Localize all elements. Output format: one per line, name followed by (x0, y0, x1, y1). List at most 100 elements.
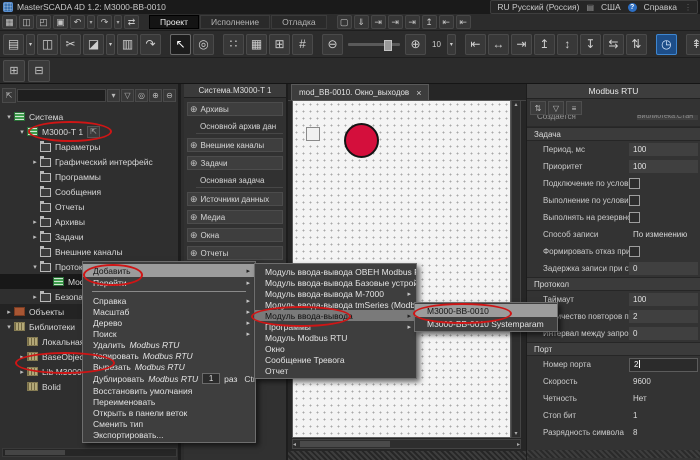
grid-lines-icon[interactable]: # (292, 34, 313, 55)
property-value[interactable]: Нет (629, 394, 647, 403)
tree-item-графический-интерфейс[interactable]: ▸Графический интерфейс (0, 154, 178, 169)
property-value-editing[interactable]: 2 (629, 358, 698, 372)
menu-item-открыть-в-панели-веток[interactable]: Открыть в панели веток (83, 407, 255, 418)
panel-resize-strip[interactable] (288, 451, 526, 460)
insert-panel-icon[interactable]: ⇤ (456, 15, 471, 29)
menu-item-сменить-тип[interactable]: Сменить тип (83, 418, 255, 429)
property-value-input[interactable]: 100 (629, 293, 698, 306)
restore-layout-icon[interactable]: ⇄ (124, 15, 139, 29)
chevron-down-icon[interactable]: ▾ (30, 263, 40, 271)
menu-item-экспортировать-[interactable]: Экспортировать... (83, 429, 255, 440)
tree-item-м3000-т-1[interactable]: ▾М3000-Т 1⇱ (0, 124, 178, 139)
magnifier-icon[interactable]: ◎ (193, 34, 214, 55)
system-item-2[interactable]: Основной архив дан (196, 120, 283, 134)
insert-branch-pressed-icon[interactable]: ⇥ (388, 15, 403, 29)
checkbox[interactable] (629, 246, 640, 257)
columns-icon[interactable]: ≡ (566, 101, 582, 115)
cut-icon[interactable]: ✂ (60, 34, 81, 55)
duplicate-icon[interactable]: ◫ (37, 34, 58, 55)
property-value[interactable]: 8 (629, 428, 637, 437)
grid-dense-icon[interactable]: ⊞ (269, 34, 290, 55)
property-value[interactable]: 9600 (629, 377, 651, 386)
plus-circle-icon[interactable]: ⊕ (190, 230, 198, 241)
document-tab[interactable]: mod_BB-0010. Окно_выходов × (291, 84, 429, 100)
insert-left-icon[interactable]: ⇤ (439, 15, 454, 29)
system-item-7[interactable]: ⊕Медиа (187, 210, 283, 224)
system-item-1[interactable]: ⊕Архивы (187, 102, 283, 116)
property-value[interactable]: По изменению (629, 230, 687, 239)
system-item-5[interactable]: Основная задача (196, 174, 283, 188)
canvas-horizontal-scrollbar[interactable]: ◂ ▸ (292, 439, 521, 449)
checkbox[interactable] (629, 212, 640, 223)
chevron-right-icon[interactable]: ▸ (4, 308, 14, 316)
open-branch-icon[interactable]: ⇱ (87, 126, 100, 138)
checkbox[interactable] (629, 195, 640, 206)
plus-circle-icon[interactable]: ⊕ (190, 212, 198, 223)
keyboard-layout-label[interactable]: США (601, 2, 621, 12)
property-value-input[interactable]: 2 (629, 310, 698, 323)
scroll-down-icon[interactable]: ▾ (514, 430, 517, 437)
property-value-input[interactable]: 0 (629, 327, 698, 340)
preview-time-icon[interactable]: ◷ (656, 34, 677, 55)
menu-item-восстановить-умолчания[interactable]: Восстановить умолчания (83, 385, 255, 396)
submenu-item-1[interactable]: Модуль ввода-вывода ОВЕН Modbus RTU▸ (255, 266, 416, 277)
zoom-slider-thumb[interactable] (384, 40, 392, 51)
menu-item-удалить[interactable]: УдалитьModbus RTU (83, 339, 255, 350)
distribute-h-icon[interactable]: ⇆ (603, 34, 624, 55)
paste-icon[interactable]: ▤ (3, 34, 24, 55)
mode-tab-2[interactable]: Исполнение (200, 15, 270, 29)
redo-dropdown-icon[interactable]: ▾ (114, 15, 122, 29)
chevron-right-icon[interactable]: ▸ (30, 293, 40, 301)
paste-dropdown-icon[interactable]: ▾ (26, 34, 35, 55)
plus-circle-icon[interactable]: ⊕ (190, 248, 198, 259)
chevron-down-icon[interactable]: ▾ (17, 128, 27, 136)
move-up-icon[interactable]: ↥ (422, 15, 437, 29)
zoom-dropdown-icon[interactable]: ▾ (447, 34, 456, 55)
undo-icon[interactable]: ↶ (70, 15, 85, 29)
system-item-4[interactable]: ⊕Задачи (187, 156, 283, 170)
device-item-2[interactable]: M3000-BB-0010 Systemparam (415, 317, 557, 330)
open-project-icon[interactable]: ◰ (36, 15, 51, 29)
scroll-left-icon[interactable]: ◂ (293, 441, 296, 448)
property-value[interactable]: 1 (629, 411, 637, 420)
tree-item-архивы[interactable]: ▸Архивы (0, 214, 178, 229)
tree-item-сообщения[interactable]: Сообщения (0, 184, 178, 199)
sort-icon[interactable]: ⇅ (530, 101, 546, 115)
system-item-8[interactable]: ⊕Окна (187, 228, 283, 242)
property-value-input[interactable]: 100 (629, 160, 698, 173)
device-item-1[interactable]: M3000-BB-0010 (415, 304, 557, 317)
submenu-item-6[interactable]: Программы▸ (255, 321, 416, 332)
submenu-item-10[interactable]: Отчет (255, 365, 416, 376)
canvas-scroll-thumb[interactable] (300, 441, 390, 447)
submenu-item-3[interactable]: Модуль ввода-вывода М-7000▸ (255, 288, 416, 299)
property-value-input[interactable]: 0 (629, 262, 698, 275)
search-zoom-in-icon[interactable]: ⊕ (149, 89, 162, 102)
canvas-square-shape[interactable] (306, 127, 320, 141)
help-icon[interactable]: ? (628, 3, 637, 12)
menu-item-вырезать[interactable]: ВырезатьModbus RTU (83, 361, 255, 372)
menu-item-копировать[interactable]: КопироватьModbus RTU (83, 350, 255, 361)
tree-scroll-thumb[interactable] (5, 450, 65, 455)
panel-resize-strip[interactable] (527, 450, 700, 458)
submenu-item-9[interactable]: Сообщение Тревога (255, 354, 416, 365)
grid-dots-icon[interactable]: ∷ (223, 34, 244, 55)
submenu-item-8[interactable]: Окно (255, 343, 416, 354)
copy-dropdown-icon[interactable]: ▾ (106, 34, 115, 55)
submenu-item-5[interactable]: Модуль ввода-вывода▸ (255, 310, 416, 321)
property-value-input[interactable]: 100 (629, 143, 698, 156)
align-right-icon[interactable]: ⇥ (511, 34, 532, 55)
insert-branch-alt-icon[interactable]: ⇥ (405, 15, 420, 29)
bring-front-icon[interactable]: ⇞ (686, 34, 700, 55)
duplicate-count-input[interactable]: 1 (202, 373, 220, 384)
align-top-icon[interactable]: ↥ (534, 34, 555, 55)
menu-item-дублировать[interactable]: ДублироватьModbus RTU1разCtrl+D (83, 372, 255, 385)
help-label[interactable]: Справка (644, 2, 677, 12)
chevron-right-icon[interactable]: ▸ (30, 158, 40, 166)
toolbar-gripper[interactable]: ⋮ (684, 3, 691, 12)
submenu-item-2[interactable]: Модуль ввода-вывода Базовые устройства▸ (255, 277, 416, 288)
plus-circle-icon[interactable]: ⊕ (190, 104, 198, 115)
grid-snap-icon[interactable]: ▦ (246, 34, 267, 55)
align-middle-icon[interactable]: ↕ (557, 34, 578, 55)
select-cursor-icon[interactable]: ↖ (170, 34, 191, 55)
canvas-circle-shape[interactable] (344, 123, 379, 158)
